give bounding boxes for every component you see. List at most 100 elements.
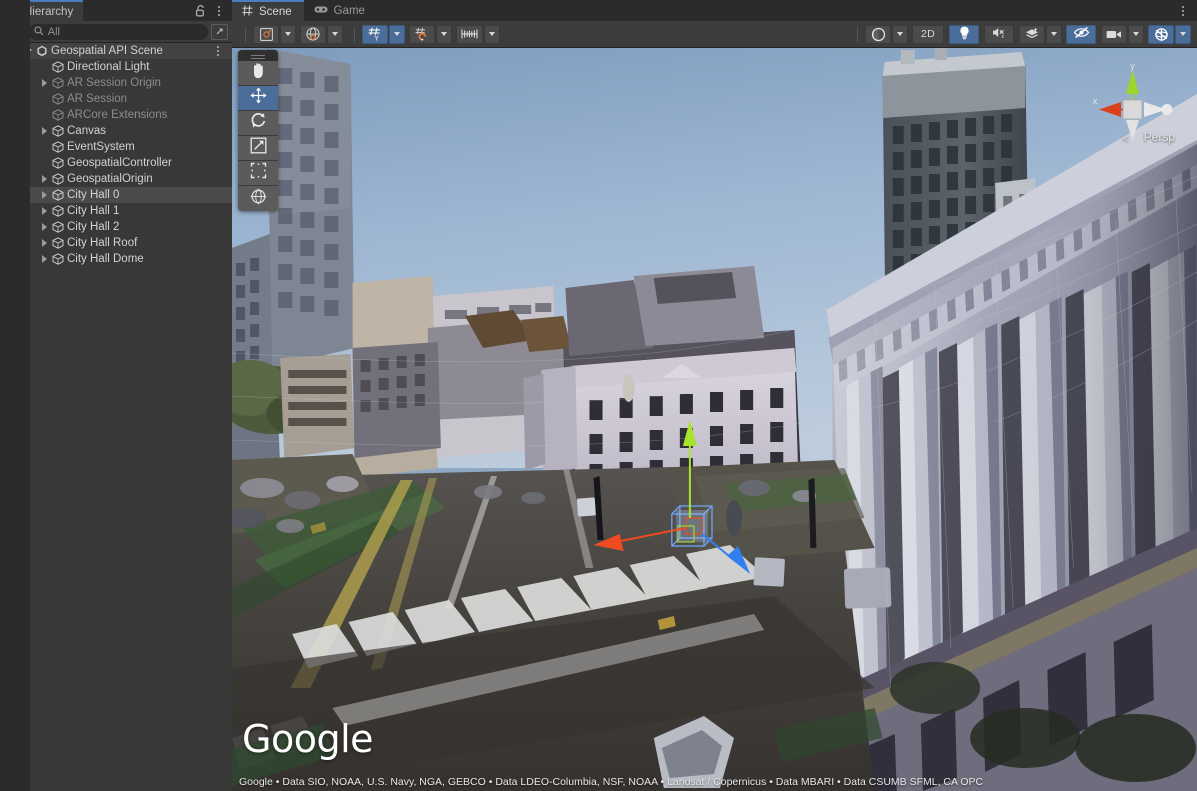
hierarchy-item[interactable]: ARCore Extensions (0, 107, 232, 123)
hierarchy-item[interactable]: City Hall 0 (0, 187, 232, 203)
gamepad-icon (314, 5, 328, 17)
hierarchy-item[interactable]: City Hall Roof (0, 235, 232, 251)
hierarchy-tab-actions (193, 0, 232, 21)
gameobject-icon (50, 93, 65, 105)
hierarchy-item-label: EventSystem (67, 141, 135, 153)
ruler-icon[interactable] (456, 25, 483, 44)
globe-dropdown[interactable] (327, 25, 343, 44)
fx-layers-icon[interactable] (1019, 25, 1045, 44)
gameobject-icon (50, 221, 65, 233)
tab-hierarchy-label: Hierarchy (24, 6, 73, 18)
tab-game[interactable]: Game (304, 0, 377, 21)
sphere-shading-icon[interactable] (865, 25, 891, 44)
grid-snap-dropdown[interactable] (436, 25, 452, 44)
gameobject-icon (50, 125, 65, 137)
hierarchy-item[interactable]: AR Session Origin (0, 75, 232, 91)
expand-arrow-icon[interactable] (38, 191, 50, 199)
toolbar-group-grid-axis: Y (362, 25, 405, 44)
scale-tool[interactable] (238, 136, 278, 161)
hand-tool[interactable] (238, 61, 278, 86)
toggle-2d-button[interactable]: 2D (912, 25, 944, 44)
rotate-tool[interactable] (238, 111, 278, 136)
hierarchy-item[interactable]: GeospatialOrigin (0, 171, 232, 187)
chevron-down-icon (1180, 32, 1186, 36)
chevron-down-icon (1051, 32, 1057, 36)
draw-mode-dropdown[interactable] (280, 25, 296, 44)
expand-arrow-icon[interactable] (38, 175, 50, 183)
transform-icon (250, 188, 267, 210)
scene-viewport[interactable]: y x < Persp Google Google • Data SIO, NO… (232, 48, 1197, 791)
palette-drag-handle[interactable] (238, 50, 278, 61)
hierarchy-item-label: City Hall 1 (67, 205, 119, 217)
eye-slash-icon (1073, 26, 1090, 42)
kebab-menu-icon[interactable] (1175, 2, 1191, 20)
expand-arrow-icon[interactable] (38, 207, 50, 215)
chevron-down-icon (441, 32, 447, 36)
hierarchy-item-label: AR Session Origin (67, 77, 161, 89)
hierarchy-item-label: City Hall 0 (67, 189, 119, 201)
hierarchy-item[interactable]: Canvas (0, 123, 232, 139)
toggle-2d-label: 2D (921, 28, 935, 40)
hierarchy-item[interactable]: GeospatialController (0, 155, 232, 171)
rect-tool[interactable] (238, 161, 278, 186)
hierarchy-item[interactable]: City Hall 2 (0, 219, 232, 235)
move-tool[interactable] (238, 86, 278, 111)
hierarchy-item[interactable]: Geospatial API Scene (0, 43, 232, 59)
expand-window-icon[interactable] (211, 24, 228, 40)
hierarchy-item[interactable]: Directional Light (0, 59, 232, 75)
globe-icon[interactable] (300, 25, 326, 44)
kebab-menu-icon[interactable] (210, 43, 226, 60)
hierarchy-item-label: Directional Light (67, 61, 149, 73)
hierarchy-toolbar: + (0, 21, 232, 43)
toggle-audio-button[interactable]: x (984, 25, 1014, 44)
hierarchy-item[interactable]: AR Session (0, 91, 232, 107)
toggle-scene-lighting-button[interactable] (949, 25, 979, 44)
scene-3d-render (232, 48, 1197, 791)
grid-axis-dropdown[interactable] (389, 25, 405, 44)
kebab-menu-icon[interactable] (211, 2, 227, 20)
expand-arrow-icon[interactable] (38, 127, 50, 135)
hierarchy-item[interactable]: City Hall Dome (0, 251, 232, 267)
rotate-icon (250, 112, 267, 134)
scene-orientation-gizmo[interactable]: y x (1083, 60, 1183, 170)
tab-game-label: Game (334, 5, 365, 17)
hierarchy-item[interactable]: City Hall 1 (0, 203, 232, 219)
increment-dropdown[interactable] (484, 25, 500, 44)
shaded-mode-icon[interactable] (253, 25, 279, 44)
gameobject-icon (50, 109, 65, 121)
hierarchy-item[interactable]: EventSystem (0, 139, 232, 155)
gizmos-globe-icon[interactable] (1148, 25, 1174, 44)
transform-tool[interactable] (238, 186, 278, 211)
hierarchy-tree[interactable]: Geospatial API Scene Directional Light AR … (0, 43, 232, 791)
persp-label[interactable]: Persp (1144, 130, 1175, 144)
chevron-down-icon (285, 32, 291, 36)
expand-arrow-icon[interactable] (38, 79, 50, 87)
grid-snap-magnet-icon[interactable] (409, 25, 435, 44)
lock-open-icon[interactable] (193, 2, 209, 20)
fx-dropdown[interactable] (1046, 25, 1062, 44)
toolbar-group-camera (1101, 25, 1144, 44)
gameobject-icon (50, 61, 65, 73)
left-edge-strip (0, 0, 30, 791)
camera-dropdown[interactable] (1128, 25, 1144, 44)
hierarchy-search[interactable] (28, 24, 208, 40)
shading-dropdown[interactable] (892, 25, 908, 44)
scene-tab-actions (1175, 0, 1197, 21)
persp-toggle-arrow-icon[interactable]: < (1123, 133, 1129, 145)
hierarchy-item-label: GeospatialOrigin (67, 173, 153, 185)
search-input[interactable] (48, 26, 202, 38)
hierarchy-panel: Hierarchy + (0, 0, 232, 791)
hierarchy-item-label: Canvas (67, 125, 106, 137)
camera-icon[interactable] (1101, 25, 1127, 44)
tab-scene[interactable]: Scene (232, 0, 304, 21)
gameobject-icon (50, 205, 65, 217)
expand-arrow-icon[interactable] (38, 223, 50, 231)
move-arrows-icon (250, 87, 267, 109)
grid-y-icon[interactable]: Y (362, 25, 388, 44)
gizmos-dropdown[interactable] (1175, 25, 1191, 44)
svg-text:x: x (1093, 96, 1098, 106)
expand-arrow-icon[interactable] (38, 239, 50, 247)
expand-arrow-icon[interactable] (38, 255, 50, 263)
toolbar-group-globe (300, 25, 343, 44)
scene-visibility-button[interactable] (1066, 25, 1096, 44)
